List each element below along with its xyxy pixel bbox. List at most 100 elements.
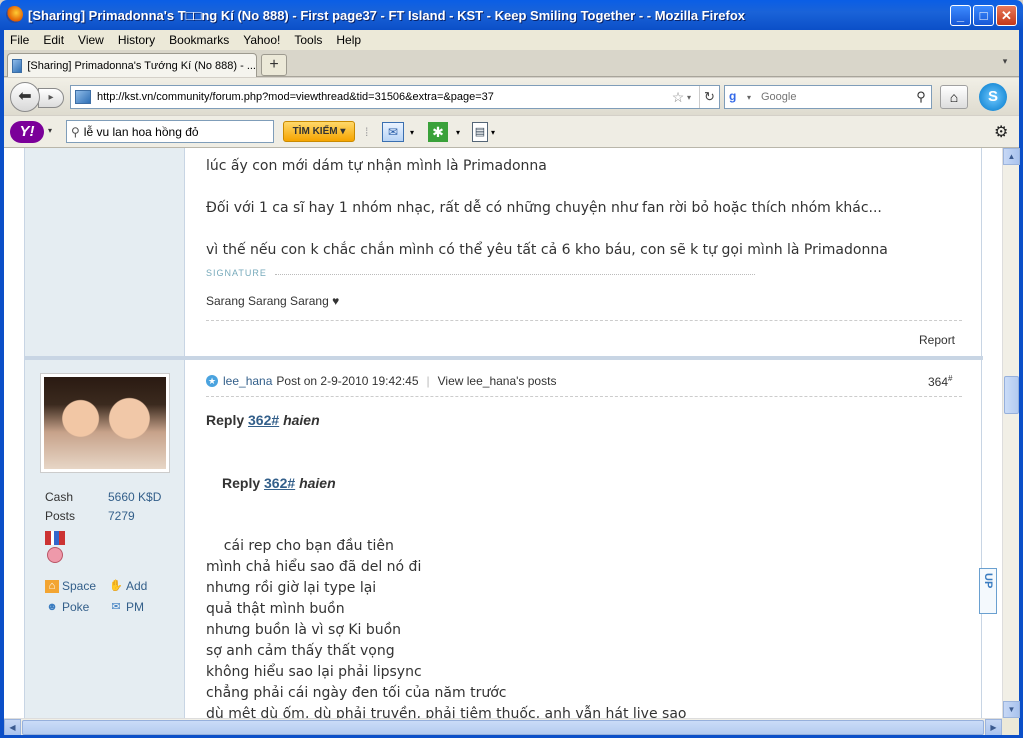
floor-number[interactable]: 364# [928,374,952,389]
menu-view[interactable]: View [78,33,104,47]
yahoo-search-input[interactable] [83,124,264,139]
google-icon[interactable]: g [729,89,747,105]
minimize-button[interactable]: _ [950,5,971,26]
search-engine-chevron-icon[interactable]: ▾ [747,93,757,102]
window-title: [Sharing] Primadonna's T□□ng Kí (No 888)… [28,8,746,23]
add-label: Add [126,579,148,593]
reply-to-user: haien [283,412,320,428]
author-link[interactable]: lee_hana [223,374,272,388]
up-label: UP [982,573,994,589]
horizontal-scroll-thumb[interactable] [22,720,984,735]
prev-post-line: lúc ấy con mới dám tự nhận mình là Prima… [206,158,547,174]
tab-list-chevron-icon[interactable]: ▾ [997,56,1013,70]
search-icon[interactable]: ⚲ [911,89,931,105]
scroll-up-arrow-icon[interactable]: ▲ [1003,148,1020,165]
skype-icon[interactable]: S [979,83,1007,111]
post-line: nhưng buồn là vì sợ Ki buồn [206,622,402,638]
page-viewport: lúc ấy con mới dám tự nhận mình là Prima… [4,148,1002,718]
post-line: cái rep cho bạn đầu tiên [206,538,394,554]
forward-button[interactable]: ▸ [38,88,64,108]
vertical-scroll-thumb[interactable] [1004,376,1019,414]
menu-help[interactable]: Help [336,33,361,47]
reply-number-link[interactable]: 362# [264,475,295,491]
maximize-button[interactable]: □ [973,5,994,26]
gear-icon[interactable]: ⚙ [994,122,1008,142]
poke-icon: ☻ [46,600,58,613]
add-friend-link[interactable]: ✋ Add [109,579,147,593]
vertical-scrollbar[interactable]: ▲ ▼ [1002,148,1020,718]
yahoo-toolbar: Y! ▾ ⚲ TÌM KIẾM ▾ ⁞ ✉ ▾ ✱ ▾ ▤ ▾ ⚙ [4,116,1019,148]
bookmark-star-icon[interactable]: ☆ [669,89,687,106]
answers-chevron-icon[interactable]: ▾ [456,128,460,148]
yahoo-search-button[interactable]: TÌM KIẾM ▾ [283,121,355,142]
post-line: sợ anh cảm thấy thất vọng [206,643,395,659]
post-separator [25,356,983,360]
floor-value: 364 [928,375,949,389]
space-link[interactable]: ⌂ Space [45,579,96,593]
cash-label: Cash [45,490,74,504]
new-tab-button[interactable]: + [261,54,287,76]
home-button[interactable]: ⌂ [940,85,968,109]
site-favicon-icon [12,58,23,73]
menu-bookmarks[interactable]: Bookmarks [169,33,229,47]
back-button[interactable]: ⬅ [10,82,40,112]
yahoo-search-box[interactable]: ⚲ [66,120,274,143]
report-link[interactable]: Report [919,333,955,347]
poke-link[interactable]: ☻ Poke [45,600,89,614]
post-line: quả thật mình buồn [206,601,345,617]
meta-separator: | [426,374,430,388]
url-text[interactable]: http://kst.vn/community/forum.php?mod=vi… [97,91,669,103]
menu-history[interactable]: History [118,33,155,47]
yahoo-answers-icon[interactable]: ✱ [428,122,448,142]
address-bar[interactable]: http://kst.vn/community/forum.php?mod=vi… [70,85,720,109]
prev-post-line: Đối với 1 ca sĩ hay 1 nhóm nhạc, rất dễ … [206,200,882,216]
home-icon: ⌂ [45,579,59,593]
reply-number-link[interactable]: 362# [248,412,279,428]
cash-value: 5660 K$D [108,490,162,504]
site-identity-icon[interactable] [75,90,91,104]
post-line: nhưng rồi giờ lại type lại [206,580,377,596]
scroll-to-top-button[interactable]: UP [979,568,997,614]
view-posts-link[interactable]: View lee_hana's posts [438,374,557,388]
post-header-divider [206,396,962,397]
window-frame-right [1019,30,1023,738]
search-bar[interactable]: g ▾ ⚲ [724,85,932,109]
post-date: Post on 2-9-2010 19:42:45 [276,374,419,388]
avatar[interactable] [40,373,170,473]
post-line: dù mệt dù ốm, dù phải truyền, phải tiêm … [206,706,687,718]
bookmarks-chevron-icon[interactable]: ▾ [491,128,495,148]
space-label: Space [62,579,97,593]
yahoo-logo-button[interactable]: Y! [10,121,44,143]
search-input[interactable] [757,91,911,103]
medal-icon[interactable] [45,531,65,565]
toolbar-grip-icon[interactable]: ⁞ [365,125,368,139]
mail-chevron-icon[interactable]: ▾ [410,128,414,148]
signature-text: Sarang Sarang Sarang ♥ [206,294,340,308]
tab-active[interactable]: [Sharing] Primadonna's Tướng Kí (No 888)… [7,53,257,77]
menu-file[interactable]: File [10,33,29,47]
scroll-right-arrow-icon[interactable]: ▶ [985,719,1002,736]
post-line: chẳng phải cái ngày đen tối của năm trướ… [206,685,507,701]
menu-yahoo[interactable]: Yahoo! [243,33,280,47]
menu-edit[interactable]: Edit [43,33,64,47]
posts-value[interactable]: 7279 [108,509,135,523]
bookmarks-icon[interactable]: ▤ [472,122,488,142]
envelope-icon: ✉ [111,600,121,613]
mail-icon[interactable]: ✉ [382,122,404,142]
pm-link[interactable]: ✉ PM [109,600,144,614]
scroll-left-arrow-icon[interactable]: ◀ [4,719,21,736]
handshake-icon: ✋ [109,579,123,592]
posts-label: Posts [45,509,76,523]
scroll-down-arrow-icon[interactable]: ▼ [1003,701,1020,718]
post-line: mình chả hiểu sao đã del nó đi [206,559,422,575]
navigation-toolbar: ▸ ⬅ http://kst.vn/community/forum.php?mo… [4,78,1019,115]
menu-tools[interactable]: Tools [294,33,322,47]
yahoo-menu-chevron-icon[interactable]: ▾ [48,126,52,135]
signature-divider [275,274,755,275]
close-button[interactable]: ✕ [996,5,1017,26]
tab-bar: [Sharing] Primadonna's Tướng Kí (No 888)… [4,50,1019,77]
horizontal-scrollbar[interactable]: ◀ ▶ [4,718,1002,736]
reload-icon[interactable]: ↻ [699,86,719,108]
reply-word: Reply [222,475,261,491]
url-history-chevron-icon[interactable]: ▾ [687,93,699,102]
